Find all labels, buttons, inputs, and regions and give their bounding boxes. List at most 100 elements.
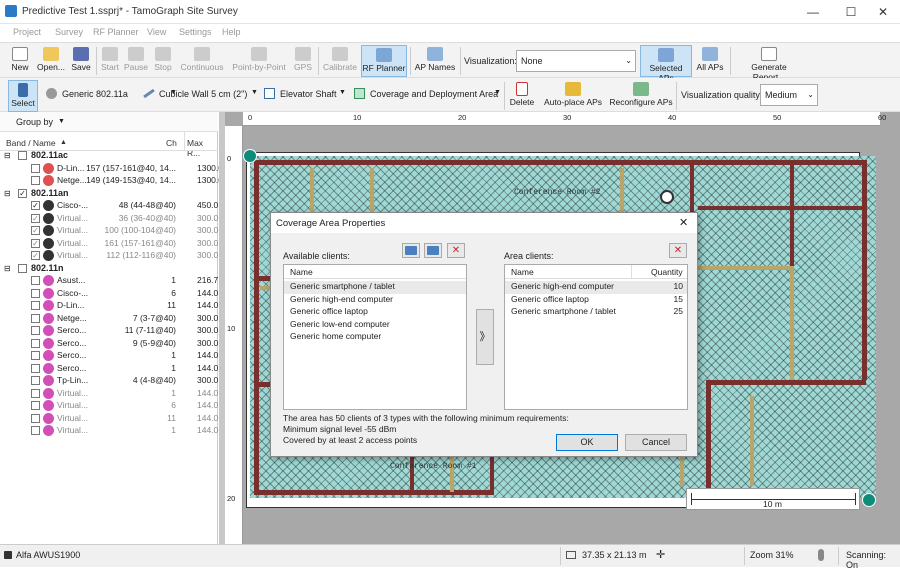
ap-checkbox[interactable]: ✓ xyxy=(31,226,40,235)
wall-segment[interactable] xyxy=(690,160,694,216)
ap-row[interactable]: Serco... 11 (7-11@40) 300.0 xyxy=(0,325,218,338)
wall-segment[interactable] xyxy=(698,206,862,210)
table-row[interactable]: Generic office laptop 15 xyxy=(505,294,687,307)
ap-checkbox[interactable]: ✓ xyxy=(31,213,40,223)
visualization-select[interactable]: None ⌄ xyxy=(516,50,636,72)
maximize-button[interactable]: ☐ xyxy=(834,0,868,24)
point-by-point-button[interactable]: Point-by-Point xyxy=(229,45,289,77)
ap-row[interactable]: ✓ Virtual... 36 (36-40@40) 300.0 xyxy=(0,212,218,226)
selected-aps-button[interactable]: Selected APs xyxy=(640,45,692,83)
ap-model-dropdown[interactable]: Generic 802.11a ▼ xyxy=(46,87,177,103)
edit-client-button[interactable] xyxy=(424,243,442,258)
open-button[interactable]: Open... xyxy=(36,45,66,77)
add-client-button[interactable] xyxy=(402,243,420,258)
band-group[interactable]: ⊟ ✓ 802.11an xyxy=(0,188,218,201)
menu-rf-planner[interactable]: RF Planner xyxy=(93,27,139,37)
menu-view[interactable]: View xyxy=(147,27,166,37)
menu-help[interactable]: Help xyxy=(222,27,241,37)
pause-button[interactable]: Pause xyxy=(123,45,149,77)
ap-row[interactable]: Cisco-... 6 144.0 xyxy=(0,287,218,301)
remove-client-button[interactable]: ✕ xyxy=(447,243,465,258)
ap-checkbox[interactable] xyxy=(31,326,40,335)
coverage-area-dropdown[interactable]: Coverage and Deployment Area ▼ xyxy=(354,87,502,103)
band-group[interactable]: ⊟ 802.11ac xyxy=(0,150,218,163)
auto-place-aps-button[interactable]: Auto-place APs xyxy=(542,80,604,112)
ap-row[interactable]: Netge... 149 (149-153@40, 14... 1300.0 xyxy=(0,175,223,188)
select-tool-button[interactable]: Select xyxy=(8,80,38,112)
column-header-name[interactable]: Band / Name xyxy=(6,138,56,148)
table-row[interactable]: Generic smartphone / tablet 25 xyxy=(505,306,687,319)
ap-names-button[interactable]: AP Names xyxy=(413,45,457,77)
continuous-button[interactable]: Continuous xyxy=(178,45,226,77)
band-group[interactable]: ⊟ 802.11n xyxy=(0,263,218,276)
ap-checkbox[interactable] xyxy=(31,163,40,173)
new-button[interactable]: New xyxy=(6,45,34,77)
ap-checkbox[interactable]: ✓ xyxy=(31,238,40,248)
group-by-dropdown[interactable]: Group by ▼ xyxy=(0,112,218,132)
wall-type-dropdown[interactable]: Cubicle Wall 5 cm (2") ▼ xyxy=(143,87,258,103)
ap-checkbox[interactable]: ✓ xyxy=(31,201,40,210)
available-clients-list[interactable]: Name Generic smartphone / tablet Generic… xyxy=(283,264,467,410)
ap-row[interactable]: Serco... 9 (5-9@40) 300.0 xyxy=(0,337,218,351)
list-item[interactable]: Generic high-end computer xyxy=(284,294,466,307)
ap-checkbox[interactable] xyxy=(31,426,40,435)
cancel-button[interactable]: Cancel xyxy=(625,434,687,451)
band-checkbox[interactable] xyxy=(18,263,27,273)
ap-checkbox[interactable] xyxy=(31,338,40,348)
list-item[interactable]: Generic home computer xyxy=(284,331,466,344)
column-header-name[interactable]: Name xyxy=(290,267,313,277)
table-row[interactable]: Generic high-end computer 10 xyxy=(505,281,687,294)
ap-row[interactable]: ✓ Cisco-... 48 (44-48@40) 450.0 xyxy=(0,200,218,213)
start-button[interactable]: Start xyxy=(98,45,122,77)
collapse-icon[interactable]: ⊟ xyxy=(4,189,11,198)
menu-project[interactable]: Project xyxy=(13,27,41,37)
column-header-quantity[interactable]: Quantity xyxy=(651,267,683,277)
wall-segment[interactable] xyxy=(254,276,270,281)
collapse-icon[interactable]: ⊟ xyxy=(4,264,11,273)
ap-checkbox[interactable] xyxy=(31,413,40,423)
list-item[interactable]: Generic low-end computer xyxy=(284,319,466,332)
ap-row[interactable]: Netge... 7 (3-7@40) 300.0 xyxy=(0,312,218,326)
ap-checkbox[interactable] xyxy=(31,301,40,310)
column-header-name[interactable]: Name xyxy=(511,267,534,277)
ap-checkbox[interactable] xyxy=(31,401,40,410)
reconfigure-aps-button[interactable]: Reconfigure APs xyxy=(608,80,674,112)
delete-button[interactable]: Delete xyxy=(508,80,536,112)
ap-row[interactable]: Tp-Lin... 4 (4-8@40) 300.0 xyxy=(0,375,218,388)
wall-segment[interactable] xyxy=(254,490,494,495)
calibrate-button[interactable]: Calibrate xyxy=(322,45,358,77)
remove-area-client-button[interactable]: ✕ xyxy=(669,243,687,258)
menu-settings[interactable]: Settings xyxy=(179,27,212,37)
ap-checkbox[interactable] xyxy=(31,388,40,398)
elevator-shaft-dropdown[interactable]: Elevator Shaft ▼ xyxy=(264,87,348,103)
wall-segment[interactable] xyxy=(790,160,794,270)
ap-checkbox[interactable] xyxy=(31,288,40,298)
wall-segment[interactable] xyxy=(254,160,866,165)
area-resize-handle[interactable] xyxy=(862,493,876,507)
area-resize-handle[interactable] xyxy=(243,149,257,163)
wall-segment[interactable] xyxy=(862,160,867,380)
area-clients-list[interactable]: Name Quantity Generic high-end computer 1… xyxy=(504,264,688,410)
ap-row[interactable]: Serco... 1 144.0 xyxy=(0,362,218,376)
ap-checkbox[interactable] xyxy=(31,363,40,373)
ap-checkbox[interactable] xyxy=(31,276,40,285)
save-button[interactable]: Save xyxy=(68,45,94,77)
collapse-icon[interactable]: ⊟ xyxy=(4,151,11,160)
list-item[interactable]: Generic smartphone / tablet xyxy=(284,281,466,294)
ap-row[interactable]: Virtual... 1 144.0 xyxy=(0,425,218,438)
list-item[interactable]: Generic office laptop xyxy=(284,306,466,319)
ap-checkbox[interactable] xyxy=(31,351,40,360)
rf-planner-button[interactable]: RF Planner xyxy=(361,45,407,77)
ap-row[interactable]: D-Lin... 157 (157-161@40, 14... 1300.0 xyxy=(0,162,223,176)
ok-button[interactable]: OK xyxy=(556,434,618,451)
ap-row[interactable]: ✓ Virtual... 100 (100-104@40) 300.0 xyxy=(0,225,218,238)
ap-row[interactable]: Virtual... 11 144.0 xyxy=(0,412,218,426)
all-aps-button[interactable]: All APs xyxy=(694,45,726,77)
column-header-ch[interactable]: Ch xyxy=(166,138,177,148)
gps-button[interactable]: GPS xyxy=(292,45,314,77)
move-to-area-button[interactable]: 》 xyxy=(476,309,494,365)
wall-segment[interactable] xyxy=(490,456,494,492)
access-point-marker[interactable] xyxy=(660,190,674,204)
ap-row[interactable]: Serco... 1 144.0 xyxy=(0,350,218,363)
ap-row[interactable]: Virtual... 6 144.0 xyxy=(0,400,218,413)
